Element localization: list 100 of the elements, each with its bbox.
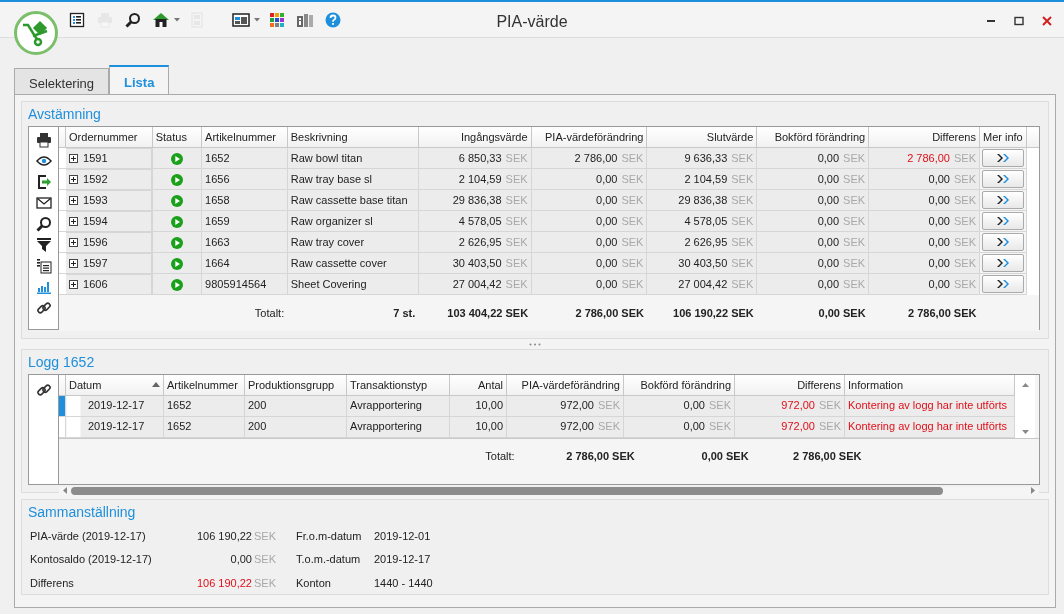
amount-text: 29 836,38 xyxy=(452,193,502,206)
search-icon xyxy=(35,215,52,232)
unit-text: SEK xyxy=(731,193,754,206)
column-header[interactable]: Artikelnummer xyxy=(201,127,288,147)
play-icon xyxy=(170,173,183,186)
column-header[interactable]: Differens xyxy=(868,127,980,147)
more-info-button[interactable] xyxy=(981,233,1024,251)
unit-text: SEK xyxy=(953,172,976,185)
column-header[interactable]: Ingångsvärde xyxy=(418,127,532,147)
unit-text: SEK xyxy=(621,172,644,185)
amount-text: 0,00 xyxy=(928,256,950,269)
amount-text: 30 403,50 xyxy=(678,256,728,269)
expand-icon[interactable] xyxy=(68,216,78,226)
amount-text: 972,00 xyxy=(781,420,815,433)
summary-label: PIA-värde (2019-12-17) xyxy=(30,528,147,544)
double-chevron-icon xyxy=(995,238,1010,246)
order-number: 1596 xyxy=(83,234,108,250)
double-chevron-icon xyxy=(995,175,1010,183)
expand-icon[interactable] xyxy=(68,195,78,205)
unit-text: SEK xyxy=(731,235,754,248)
column-header[interactable]: Beskrivning xyxy=(287,127,419,147)
unit-text: SEK xyxy=(843,193,866,206)
unit-text: SEK xyxy=(505,193,528,206)
amount-text: 972,00 xyxy=(560,420,594,433)
more-info-button[interactable] xyxy=(981,148,1024,167)
filter-icon xyxy=(35,236,52,253)
unit-text: SEK xyxy=(953,214,976,227)
home-icon xyxy=(152,12,170,28)
unit-text: SEK xyxy=(953,235,976,248)
unit-text: SEK xyxy=(598,420,620,433)
unit-text: SEK xyxy=(505,235,528,248)
scrollbar-thumb[interactable] xyxy=(71,486,943,495)
summary-label: Fr.o.m-datum xyxy=(296,528,363,544)
plus-box-drawing xyxy=(68,237,78,247)
column-header[interactable]: Status xyxy=(152,127,202,147)
caret-icon xyxy=(254,18,260,22)
amount-text: 30 403,50 xyxy=(452,256,502,269)
play-icon xyxy=(170,215,183,228)
unit-text: SEK xyxy=(953,256,976,269)
order-number: 1592 xyxy=(83,171,108,187)
amount-text: 0,00 xyxy=(817,256,840,269)
amount-text: 0,00 xyxy=(683,399,705,412)
expand-icon[interactable] xyxy=(68,153,78,163)
more-info-button[interactable] xyxy=(981,254,1024,272)
window-title: PIA-värde xyxy=(496,13,568,30)
unit-text: SEK xyxy=(731,277,754,290)
play-icon xyxy=(170,278,183,291)
double-chevron-icon xyxy=(995,259,1010,267)
amount-text: 2 626,95 xyxy=(458,235,502,248)
total-amount: 2 786,00 SEK xyxy=(531,294,647,331)
summary-value: 1440 - 1440 xyxy=(374,575,434,591)
plus-box-drawing xyxy=(68,153,78,163)
unit-text: SEK xyxy=(953,193,976,206)
link-icon xyxy=(35,299,52,316)
amount-text: 0,00 xyxy=(928,235,950,248)
more-info-button[interactable] xyxy=(981,170,1024,188)
amount-text: 0,00 xyxy=(230,553,252,565)
unit-text: SEK xyxy=(731,256,754,269)
column-header[interactable]: Slutvärde xyxy=(646,127,757,147)
column-header[interactable]: Mer info xyxy=(979,127,1027,147)
unit-text: SEK xyxy=(254,529,276,542)
more-info-button[interactable] xyxy=(981,191,1024,209)
plus-box-drawing xyxy=(68,174,78,184)
more-info-button[interactable] xyxy=(981,212,1024,230)
color-grid-icon xyxy=(269,12,285,28)
play-icon xyxy=(170,194,183,207)
unit-text: SEK xyxy=(731,151,754,164)
unit-text: SEK xyxy=(731,214,754,227)
expand-icon[interactable] xyxy=(68,279,78,289)
amount-text: 0,00 xyxy=(817,193,840,206)
unit-text: SEK xyxy=(254,553,276,565)
amount-text: 2 104,59 xyxy=(458,172,502,185)
link-icon xyxy=(35,382,52,398)
plus-box-drawing xyxy=(68,195,78,205)
amount-text: 0,00 xyxy=(817,172,840,185)
amount-text: 4 578,05 xyxy=(684,214,728,227)
column-header[interactable]: PIA-värdeförändring xyxy=(531,127,647,147)
unit-text: SEK xyxy=(621,235,644,248)
unit-text: SEK xyxy=(254,576,276,589)
unit-text: SEK xyxy=(505,277,528,290)
section-title: Sammanställning xyxy=(28,503,136,520)
unit-text: SEK xyxy=(621,277,644,290)
column-header[interactable]: Bokförd förändring xyxy=(756,127,869,147)
expand-icon[interactable] xyxy=(68,258,78,268)
amount-text: 0,00 xyxy=(596,256,618,269)
column-header[interactable]: Ordernummer xyxy=(65,127,153,147)
summary-value: 2019-12-17 xyxy=(374,552,432,567)
amount-text: 0,00 xyxy=(817,151,840,164)
eye-icon xyxy=(35,154,52,167)
tab[interactable]: Selektering xyxy=(14,68,110,94)
amount-text: 0,00 xyxy=(596,172,618,185)
unit-text: SEK xyxy=(953,277,976,290)
amount-text: 106 190,22 xyxy=(196,576,252,589)
report-icon xyxy=(35,257,52,274)
unit-text: SEK xyxy=(621,214,644,227)
summary-label: Konton xyxy=(296,575,332,591)
expand-icon[interactable] xyxy=(68,237,78,247)
more-info-button[interactable] xyxy=(981,275,1024,293)
expand-icon[interactable] xyxy=(68,174,78,184)
amount-text: 2 786,00 xyxy=(574,151,618,164)
